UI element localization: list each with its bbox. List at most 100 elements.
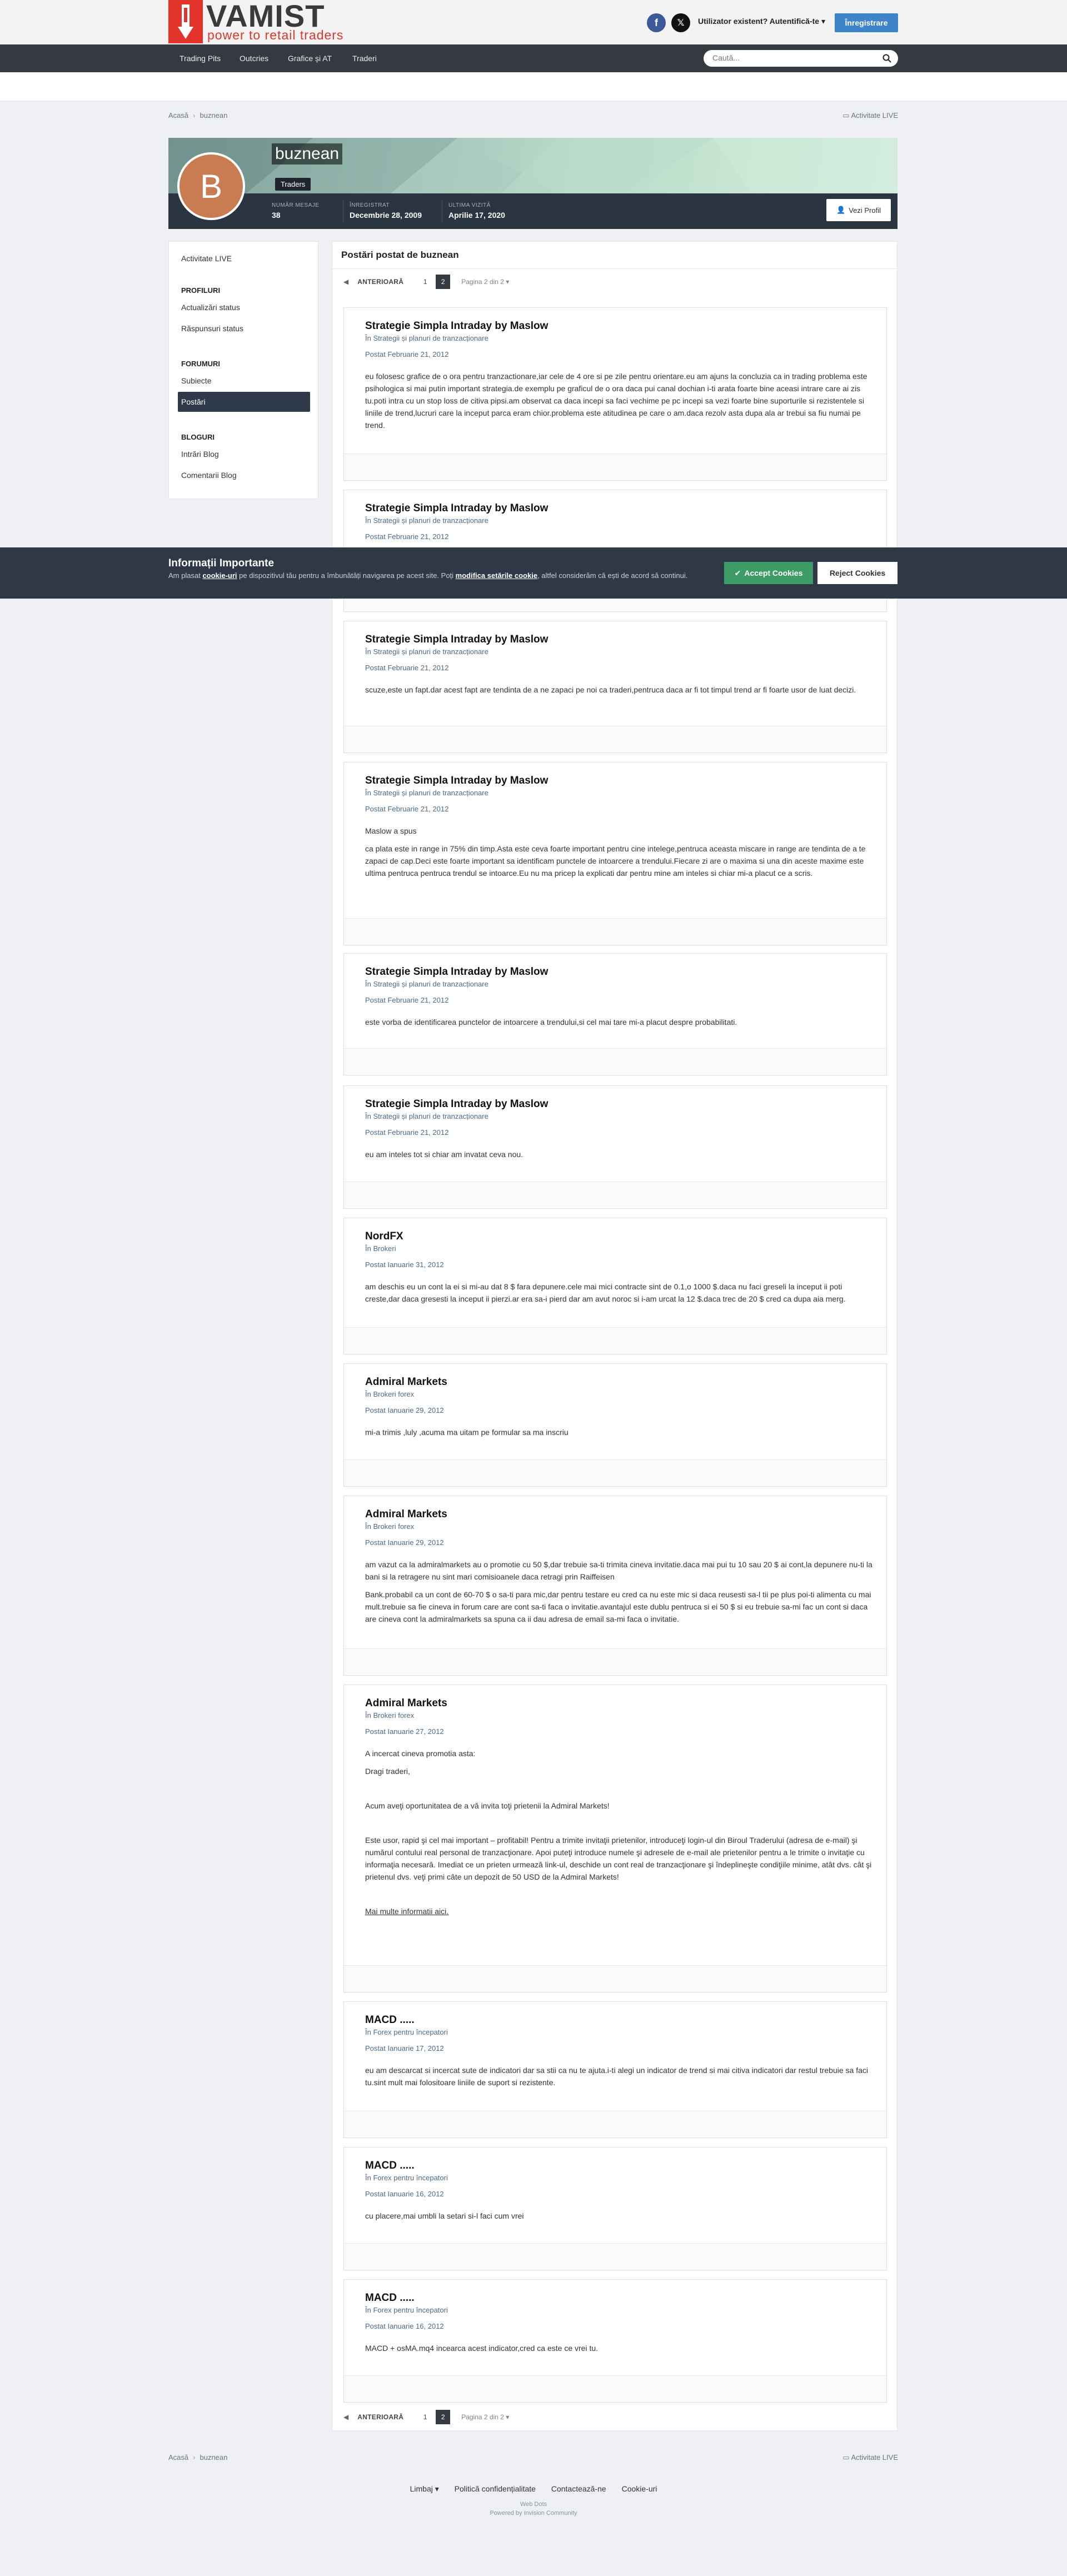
post-forum[interactable]: În Forex pentru începatori (365, 2174, 448, 2182)
post-forum[interactable]: În Forex pentru începatori (365, 2028, 448, 2036)
post-date[interactable]: Postat Ianuarie 31, 2012 (365, 1260, 444, 1269)
pagination-page-1[interactable]: 1 (418, 275, 432, 289)
footer-contact[interactable]: Contactează-ne (551, 2484, 606, 2493)
pagination-page-2[interactable]: 2 (436, 2410, 451, 2424)
breadcrumb-home[interactable]: Acasă (168, 111, 188, 119)
post-title[interactable]: MACD ..... (365, 2014, 415, 2026)
nav-item-grafice[interactable]: Grafice și AT (288, 44, 332, 72)
activity-live-label: Activitate LIVE (851, 2453, 898, 2462)
post-date[interactable]: Postat Ianuarie 17, 2012 (365, 2044, 444, 2052)
post-card: MACD ..... În Forex pentru începatori Po… (343, 2279, 887, 2403)
post-forum[interactable]: În Brokeri forex (365, 1522, 414, 1531)
post-forum[interactable]: În Brokeri forex (365, 1711, 414, 1720)
reject-cookies-button[interactable]: Reject Cookies (817, 562, 898, 584)
search-icon[interactable] (882, 54, 891, 65)
view-profile-button[interactable]: 👤 Vezi Profil (826, 199, 891, 221)
post-paragraph: scuze,este un fapt.dar acest fapt are te… (365, 685, 856, 694)
sidebar-item-status-replies[interactable]: Răspunsuri status (178, 318, 310, 338)
post-title[interactable]: MACD ..... (365, 2160, 415, 2172)
post-forum[interactable]: În Strategii și planuri de tranzacționar… (365, 980, 488, 988)
post-forum[interactable]: În Strategii și planuri de tranzacționar… (365, 647, 488, 656)
post-title[interactable]: Strategie Simpla Intraday by Maslow (365, 320, 548, 332)
activity-live-link[interactable]: ▭ Activitate LIVE (842, 111, 898, 120)
more-info-link[interactable]: Mai multe informatii aici. (365, 1905, 876, 1917)
post-footer (344, 1965, 886, 1992)
pagination-page-1[interactable]: 1 (418, 2410, 432, 2424)
post-title[interactable]: Strategie Simpla Intraday by Maslow (365, 966, 548, 978)
sidebar-item-activity[interactable]: Activitate LIVE (178, 248, 310, 268)
footer-cookies[interactable]: Cookie-uri (622, 2484, 657, 2493)
footer-privacy[interactable]: Politică confidențialitate (455, 2484, 536, 2493)
cookie-settings-link[interactable]: modifica setările cookie (456, 571, 537, 580)
breadcrumb-home[interactable]: Acasă (168, 2453, 188, 2462)
pagination-page-of[interactable]: Pagina 2 din 2 ▾ (461, 2413, 509, 2421)
post-date[interactable]: Postat Ianuarie 27, 2012 (365, 1727, 444, 1736)
sidebar-item-blog-entries[interactable]: Intrări Blog (178, 444, 310, 464)
stat-label: Ultima vizită (448, 202, 491, 208)
pagination-page-of[interactable]: Pagina 2 din 2 ▾ (461, 278, 509, 286)
post-title[interactable]: Strategie Simpla Intraday by Maslow (365, 502, 548, 515)
post-title[interactable]: Strategie Simpla Intraday by Maslow (365, 775, 548, 787)
site-logo[interactable]: VAMIST power to retail traders (168, 0, 360, 43)
facebook-icon[interactable]: f (647, 13, 666, 32)
post-date[interactable]: Postat Februarie 21, 2012 (365, 350, 448, 358)
post-title[interactable]: Admiral Markets (365, 1376, 447, 1388)
post-forum[interactable]: În Strategii și planuri de tranzacționar… (365, 1112, 488, 1120)
activity-live-link[interactable]: ▭ Activitate LIVE (842, 2453, 898, 2462)
sidebar-item-topics[interactable]: Subiecte (178, 371, 310, 391)
stat-value: Decembrie 28, 2009 (350, 211, 422, 220)
post-title[interactable]: NordFX (365, 1230, 403, 1243)
chevron-left-icon[interactable]: ◀ (343, 278, 348, 286)
pagination-page-2[interactable]: 2 (436, 275, 451, 289)
post-paragraph: MACD + osMA.mq4 incearca acest indicator… (365, 2344, 599, 2353)
pagination-prev[interactable]: ANTERIOARĂ (357, 2413, 403, 2421)
post-date[interactable]: Postat Ianuarie 29, 2012 (365, 1406, 444, 1414)
post-forum[interactable]: În Strategii și planuri de tranzacționar… (365, 334, 488, 342)
post-forum[interactable]: În Strategii și planuri de tranzacționar… (365, 516, 488, 525)
post-card: Strategie Simpla Intraday by Maslow În S… (343, 762, 887, 945)
signin-link[interactable]: Utilizator existent? Autentifică-te ▾ (698, 17, 825, 26)
post-date[interactable]: Postat Februarie 21, 2012 (365, 532, 448, 541)
post-date[interactable]: Postat Ianuarie 16, 2012 (365, 2322, 444, 2330)
avatar[interactable]: B (177, 152, 245, 220)
x-twitter-icon[interactable]: 𝕏 (671, 13, 690, 32)
sidebar-item-blog-comments[interactable]: Comentarii Blog (178, 465, 310, 485)
nav-item-outcries[interactable]: Outcries (240, 44, 268, 72)
sidebar-item-posts[interactable]: Postări (178, 392, 310, 412)
post-title[interactable]: Admiral Markets (365, 1508, 447, 1521)
nav-item-trading-pits[interactable]: Trading Pits (180, 44, 221, 72)
accept-cookies-button[interactable]: ✔ Accept Cookies (724, 562, 813, 584)
post-title[interactable]: Strategie Simpla Intraday by Maslow (365, 1098, 548, 1110)
cookie-link[interactable]: cookie-uri (202, 571, 237, 580)
post-date[interactable]: Postat Februarie 21, 2012 (365, 664, 448, 672)
post-title[interactable]: MACD ..... (365, 2292, 415, 2304)
post-date[interactable]: Postat Februarie 21, 2012 (365, 996, 448, 1004)
post-date[interactable]: Postat Februarie 21, 2012 (365, 1128, 448, 1137)
chevron-left-icon[interactable]: ◀ (343, 2413, 348, 2421)
post-footer (344, 1048, 886, 1075)
cookie-banner: Informații Importante Am plasat cookie-u… (0, 547, 1067, 599)
footer-web-dots[interactable]: Web Dots (0, 2501, 1067, 2508)
post-forum[interactable]: În Brokeri forex (365, 1390, 414, 1398)
post-date[interactable]: Postat Ianuarie 16, 2012 (365, 2190, 444, 2198)
post-date[interactable]: Postat Februarie 21, 2012 (365, 805, 448, 813)
sidebar-head-blogs: Bloguri (181, 433, 215, 441)
post-card: Strategie Simpla Intraday by Maslow În S… (343, 307, 887, 481)
search-input[interactable] (712, 53, 874, 62)
stat-label: Înregistrat (350, 202, 390, 208)
post-body: eu am inteles tot si chiar am invatat ce… (365, 1148, 876, 1166)
post-title[interactable]: Admiral Markets (365, 1697, 447, 1710)
post-forum[interactable]: În Forex pentru începatori (365, 2306, 448, 2314)
quote-citation: Maslow a spus (365, 826, 417, 835)
page-of-label: Pagina 2 din 2 (461, 2413, 504, 2421)
post-date[interactable]: Postat Ianuarie 29, 2012 (365, 1538, 444, 1547)
sidebar-item-status-updates[interactable]: Actualizări status (178, 297, 310, 317)
footer-language[interactable]: Limbaj ▾ (410, 2484, 439, 2493)
nav-item-traderi[interactable]: Traderi (352, 44, 377, 72)
post-title[interactable]: Strategie Simpla Intraday by Maslow (365, 634, 548, 646)
post-forum[interactable]: În Strategii și planuri de tranzacționar… (365, 789, 488, 797)
footer-powered-by[interactable]: Powered by Invision Community (0, 2510, 1067, 2517)
register-button[interactable]: Înregistrare (835, 13, 898, 32)
post-forum[interactable]: În Brokeri (365, 1244, 396, 1253)
pagination-prev[interactable]: ANTERIOARĂ (357, 278, 403, 286)
